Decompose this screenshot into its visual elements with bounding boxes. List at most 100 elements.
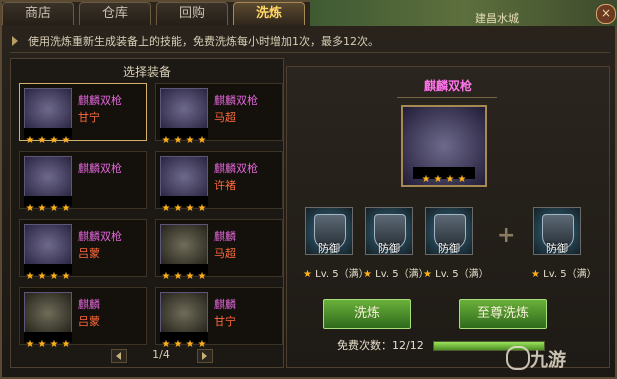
star-icon: ★ xyxy=(49,135,59,146)
supreme-wash-button[interactable]: 至尊洗炼 xyxy=(459,299,547,329)
star-icon: ★ xyxy=(423,269,436,280)
refine-detail-panel: 麒麟双枪 ★ ★ ★ ★ 防御 ★ Lv. 5（满） 防御 ★ Lv. 5（满） 防御 ★ Lv… xyxy=(286,66,610,368)
star-rating: ★ ★ ★ ★ xyxy=(24,264,72,282)
equipment-owner: 马超 xyxy=(214,111,236,124)
title-divider xyxy=(397,97,497,98)
star-icon: ★ xyxy=(363,269,376,280)
spear-icon xyxy=(160,156,208,198)
star-icon: ★ xyxy=(197,271,207,282)
star-rating: ★ ★ ★ ★ xyxy=(160,128,208,146)
equipment-slot[interactable]: ★ ★ ★ ★ 麒麟双枪 吕蒙 xyxy=(19,219,147,282)
free-count-label: 免费次数： xyxy=(337,339,392,352)
tab-warehouse[interactable]: 仓库 xyxy=(79,2,151,25)
equipment-list-title: 选择装备 xyxy=(122,65,171,79)
next-page-button[interactable] xyxy=(197,349,213,363)
equipment-slot[interactable]: ★ ★ ★ ★ 麒麟双枪甘宁 xyxy=(19,83,147,146)
watermark: 九游 xyxy=(530,350,566,371)
skill-level-text: Lv. 5（满） xyxy=(435,269,489,280)
equipment-name: 麒麟 xyxy=(78,298,100,311)
star-icon: ★ xyxy=(433,174,443,185)
spear-icon xyxy=(24,224,72,266)
tip-text: 使用洗炼重新生成装备上的技能，免费洗炼每小时增加1次，最多12次。 xyxy=(28,35,379,48)
skill-level: ★ Lv. 5（满） xyxy=(531,265,597,280)
tab-refine[interactable]: 洗炼 xyxy=(233,2,305,25)
star-icon: ★ xyxy=(185,203,195,214)
selected-equipment-title: 麒麟双枪 xyxy=(423,79,472,93)
equipment-slot[interactable]: ★ ★ ★ ★ 麒麟双枪 xyxy=(19,151,147,214)
star-icon: ★ xyxy=(197,135,207,146)
skill-slot[interactable]: 防御 xyxy=(533,207,581,255)
equipment-owner: 许褚 xyxy=(214,179,236,192)
spear-icon xyxy=(24,156,72,198)
equipment-slot[interactable]: ★ ★ ★ ★ 麒麟 甘宁 xyxy=(155,287,283,350)
star-icon: ★ xyxy=(61,339,71,350)
star-icon: ★ xyxy=(185,271,195,282)
close-icon: × xyxy=(600,6,612,20)
star-rating: ★ ★ ★ ★ xyxy=(24,332,72,350)
star-icon: ★ xyxy=(49,339,59,350)
skill-level: ★ Lv. 5（满） xyxy=(363,265,429,280)
equipment-slot[interactable]: ★ ★ ★ ★ 麒麟 马超 xyxy=(155,219,283,282)
mount-icon xyxy=(160,224,208,266)
star-icon: ★ xyxy=(173,135,183,146)
skill-level-text: Lv. 5（满） xyxy=(543,269,597,280)
star-rating: ★ ★ ★ ★ xyxy=(160,264,208,282)
star-icon: ★ xyxy=(37,339,47,350)
equipment-owner: 甘宁 xyxy=(78,111,100,124)
star-icon: ★ xyxy=(173,203,183,214)
star-icon: ★ xyxy=(161,135,171,146)
tab-shop[interactable]: 商店 xyxy=(2,2,74,25)
tab-bar: 商店 仓库 回购 洗炼 xyxy=(2,2,310,26)
free-count: 免费次数：12/12 xyxy=(337,337,424,353)
star-icon: ★ xyxy=(49,271,59,282)
map-strip xyxy=(310,0,617,26)
mount-icon xyxy=(24,292,72,334)
star-icon: ★ xyxy=(25,135,35,146)
equipment-list-panel: 选择装备 ★ ★ ★ ★ 麒麟双枪 甘宁 ★ ★ ★ ★ 麒麟双枪 马超 ★ ★ ★ ★ 麒麟双枪 ★ ★ ★ ★ 麒麟双… xyxy=(10,58,284,368)
equipment-name: 麒麟双枪 xyxy=(78,162,122,175)
star-icon: ★ xyxy=(161,271,171,282)
tip-bar: 使用洗炼重新生成装备上的技能，免费洗炼每小时增加1次，最多12次。 xyxy=(10,30,610,53)
star-rating: ★ ★ ★ ★ xyxy=(160,332,208,350)
star-icon: ★ xyxy=(531,269,544,280)
equipment-name: 麒麟双枪 xyxy=(78,94,122,107)
star-rating: ★ ★ ★ ★ xyxy=(24,128,72,146)
spear-icon xyxy=(160,88,208,130)
selected-equipment-icon[interactable]: ★ ★ ★ ★ xyxy=(401,105,487,187)
watermark-logo-icon xyxy=(506,346,530,370)
wash-button[interactable]: 洗炼 xyxy=(323,299,411,329)
equipment-slot[interactable]: ★ ★ ★ ★ 麒麟双枪 马超 xyxy=(155,83,283,146)
equipment-slot[interactable]: ★ ★ ★ ★ 麒麟双枪 许褚 xyxy=(155,151,283,214)
spear-icon xyxy=(24,88,72,130)
equipment-slot[interactable]: ★ ★ ★ ★ 麒麟吕蒙 xyxy=(19,287,147,350)
free-count-value: 12/12 xyxy=(392,339,424,352)
skill-slot[interactable]: 防御 xyxy=(425,207,473,255)
star-icon: ★ xyxy=(303,269,316,280)
star-icon: ★ xyxy=(421,174,431,185)
star-icon: ★ xyxy=(161,203,171,214)
skill-slot[interactable]: 防御 xyxy=(305,207,353,255)
equipment-name: 麒麟双枪 xyxy=(214,162,258,175)
close-button[interactable]: × xyxy=(596,4,616,24)
star-icon: ★ xyxy=(61,271,71,282)
star-icon: ★ xyxy=(197,203,207,214)
prev-page-button[interactable] xyxy=(111,349,127,363)
skill-slot[interactable]: 防御 xyxy=(365,207,413,255)
star-icon: ★ xyxy=(25,271,35,282)
pager: 1/4 xyxy=(111,348,213,363)
star-icon: ★ xyxy=(61,203,71,214)
star-rating: ★ ★ ★ ★ xyxy=(160,196,208,214)
star-icon: ★ xyxy=(61,135,71,146)
skill-level-text: Lv. 5（满） xyxy=(315,269,369,280)
star-icon: ★ xyxy=(185,135,195,146)
equipment-owner: 甘宁 xyxy=(214,315,236,328)
plus-icon: + xyxy=(497,223,516,248)
tab-buyback[interactable]: 回购 xyxy=(156,2,228,25)
equipment-owner: 马超 xyxy=(214,247,236,260)
skill-label: 防御 xyxy=(438,242,460,255)
equipment-owner: 吕蒙 xyxy=(78,315,100,328)
star-icon: ★ xyxy=(49,203,59,214)
star-icon: ★ xyxy=(37,271,47,282)
page-indicator: 1/4 xyxy=(152,348,170,361)
equipment-name: 麒麟双枪 xyxy=(214,94,258,107)
